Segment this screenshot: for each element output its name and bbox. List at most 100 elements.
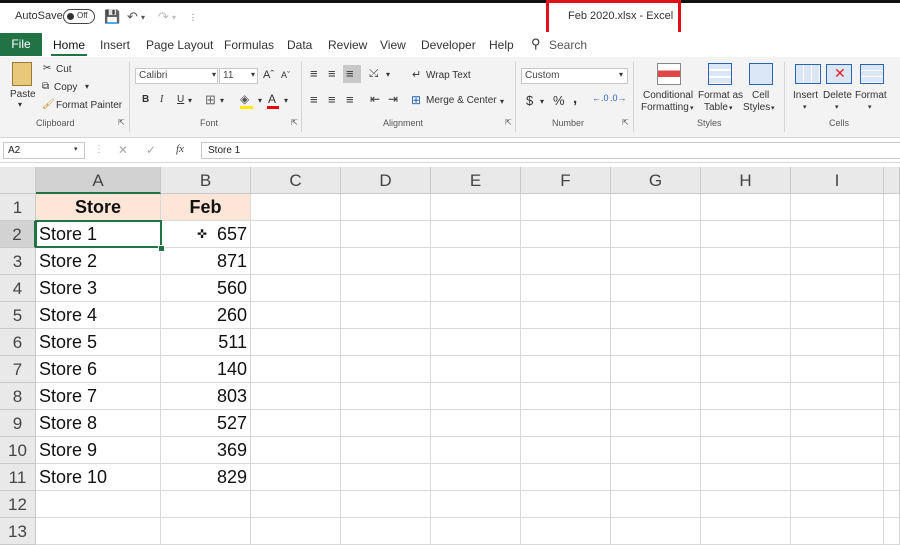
cell[interactable] [611, 518, 701, 545]
cell[interactable] [251, 221, 341, 248]
conditional-formatting-icon[interactable] [657, 63, 681, 85]
cell[interactable] [341, 491, 431, 518]
fill-color-dropdown-icon[interactable]: ▾ [258, 96, 262, 105]
cell[interactable] [251, 275, 341, 302]
cell[interactable] [431, 383, 521, 410]
delete-button[interactable]: Delete [823, 90, 852, 101]
formula-input[interactable]: Store 1 [201, 142, 900, 159]
underline-button[interactable]: U [177, 94, 184, 105]
fill-color-icon[interactable]: ◈ [240, 92, 249, 106]
cell[interactable] [611, 221, 701, 248]
customize-qat-icon[interactable]: ⋮ [189, 13, 197, 22]
cell[interactable] [521, 518, 611, 545]
cell[interactable] [701, 221, 791, 248]
conditional-label[interactable]: Conditional [643, 90, 693, 101]
number-format-dropdown-icon[interactable]: ▾ [619, 70, 623, 79]
cell[interactable] [251, 329, 341, 356]
cell[interactable] [36, 491, 161, 518]
format-dropdown-icon[interactable]: ▾ [868, 103, 872, 111]
cell[interactable] [791, 248, 884, 275]
redo-dropdown-icon[interactable]: ▾ [172, 13, 176, 22]
cell[interactable] [341, 248, 431, 275]
undo-icon[interactable]: ↶ [127, 9, 138, 25]
column-header[interactable]: A [36, 167, 161, 194]
cell[interactable] [521, 248, 611, 275]
cell[interactable] [791, 437, 884, 464]
cell[interactable] [701, 410, 791, 437]
copy-icon[interactable]: ⧉ [42, 81, 49, 92]
format-painter-button[interactable]: Format Painter [56, 100, 122, 111]
font-size-dropdown-icon[interactable]: ▾ [251, 70, 255, 79]
tab-insert[interactable]: Insert [100, 38, 130, 52]
tab-home[interactable]: Home [53, 38, 85, 52]
cell[interactable] [791, 275, 884, 302]
cell[interactable] [611, 437, 701, 464]
row-header[interactable]: 13 [0, 518, 36, 545]
currency-button[interactable]: $ [526, 93, 533, 108]
cell-styles-icon[interactable] [749, 63, 773, 85]
cell[interactable] [251, 356, 341, 383]
row-header[interactable]: 12 [0, 491, 36, 518]
increase-font-icon[interactable]: Aˆ [263, 69, 274, 81]
cell[interactable] [431, 518, 521, 545]
cell[interactable] [251, 410, 341, 437]
font-color-dropdown-icon[interactable]: ▾ [284, 96, 288, 105]
row-header[interactable]: 6 [0, 329, 36, 356]
cell[interactable] [341, 194, 431, 221]
row-header[interactable]: 9 [0, 410, 36, 437]
cell[interactable] [36, 518, 161, 545]
format-painter-icon[interactable]: 🖌 [42, 99, 55, 110]
tab-review[interactable]: Review [328, 38, 367, 52]
cell[interactable] [611, 194, 701, 221]
row-header[interactable]: 11 [0, 464, 36, 491]
merge-center-button[interactable]: Merge & Center [426, 95, 497, 106]
font-name-dropdown-icon[interactable]: ▾ [212, 70, 216, 79]
undo-dropdown-icon[interactable]: ▾ [141, 13, 145, 22]
orientation-icon[interactable]: ⤩ [369, 66, 379, 81]
cell[interactable] [701, 518, 791, 545]
cell[interactable] [521, 410, 611, 437]
row-header[interactable]: 4 [0, 275, 36, 302]
insert-dropdown-icon[interactable]: ▾ [803, 103, 807, 111]
cell[interactable] [431, 437, 521, 464]
insert-button[interactable]: Insert [793, 90, 818, 101]
cut-button[interactable]: Cut [56, 64, 72, 75]
cell[interactable] [251, 194, 341, 221]
decrease-decimal-icon[interactable]: .0→ [610, 93, 627, 103]
delete-dropdown-icon[interactable]: ▾ [835, 103, 839, 111]
formatting-label[interactable]: Formatting [641, 102, 689, 113]
store-name-cell[interactable]: Store 8 [36, 410, 161, 437]
borders-icon[interactable]: ⊞ [205, 92, 216, 108]
paste-button[interactable]: Paste [10, 89, 36, 100]
cell[interactable] [161, 518, 251, 545]
cell[interactable] [701, 194, 791, 221]
cell[interactable] [521, 491, 611, 518]
row-header[interactable]: 2 [0, 221, 36, 248]
store-name-cell[interactable]: Store 5 [36, 329, 161, 356]
orientation-dropdown-icon[interactable]: ▾ [386, 70, 390, 79]
cut-icon[interactable]: ✂ [43, 63, 51, 74]
cell[interactable] [251, 248, 341, 275]
feb-value-cell[interactable]: 871 [161, 248, 251, 275]
cell[interactable] [611, 383, 701, 410]
format-as-table-icon[interactable] [708, 63, 732, 85]
cell[interactable] [251, 491, 341, 518]
paste-dropdown-icon[interactable]: ▾ [18, 100, 22, 109]
cell-styles-dropdown-icon[interactable]: ▾ [771, 104, 775, 112]
decrease-indent-icon[interactable]: ⇤ [370, 92, 380, 106]
format-as-label[interactable]: Format as [698, 90, 743, 101]
wrap-text-button[interactable]: Wrap Text [426, 70, 471, 81]
cell[interactable] [431, 329, 521, 356]
cell[interactable] [431, 464, 521, 491]
font-name-box[interactable]: Calibri [135, 68, 218, 84]
cell[interactable] [431, 410, 521, 437]
cell[interactable] [161, 491, 251, 518]
cell[interactable] [251, 518, 341, 545]
cell[interactable] [341, 383, 431, 410]
column-header[interactable]: B [161, 167, 251, 194]
row-header[interactable]: 7 [0, 356, 36, 383]
paste-icon[interactable] [12, 62, 32, 86]
tab-view[interactable]: View [380, 38, 406, 52]
currency-dropdown-icon[interactable]: ▾ [540, 97, 544, 106]
cell[interactable] [611, 491, 701, 518]
